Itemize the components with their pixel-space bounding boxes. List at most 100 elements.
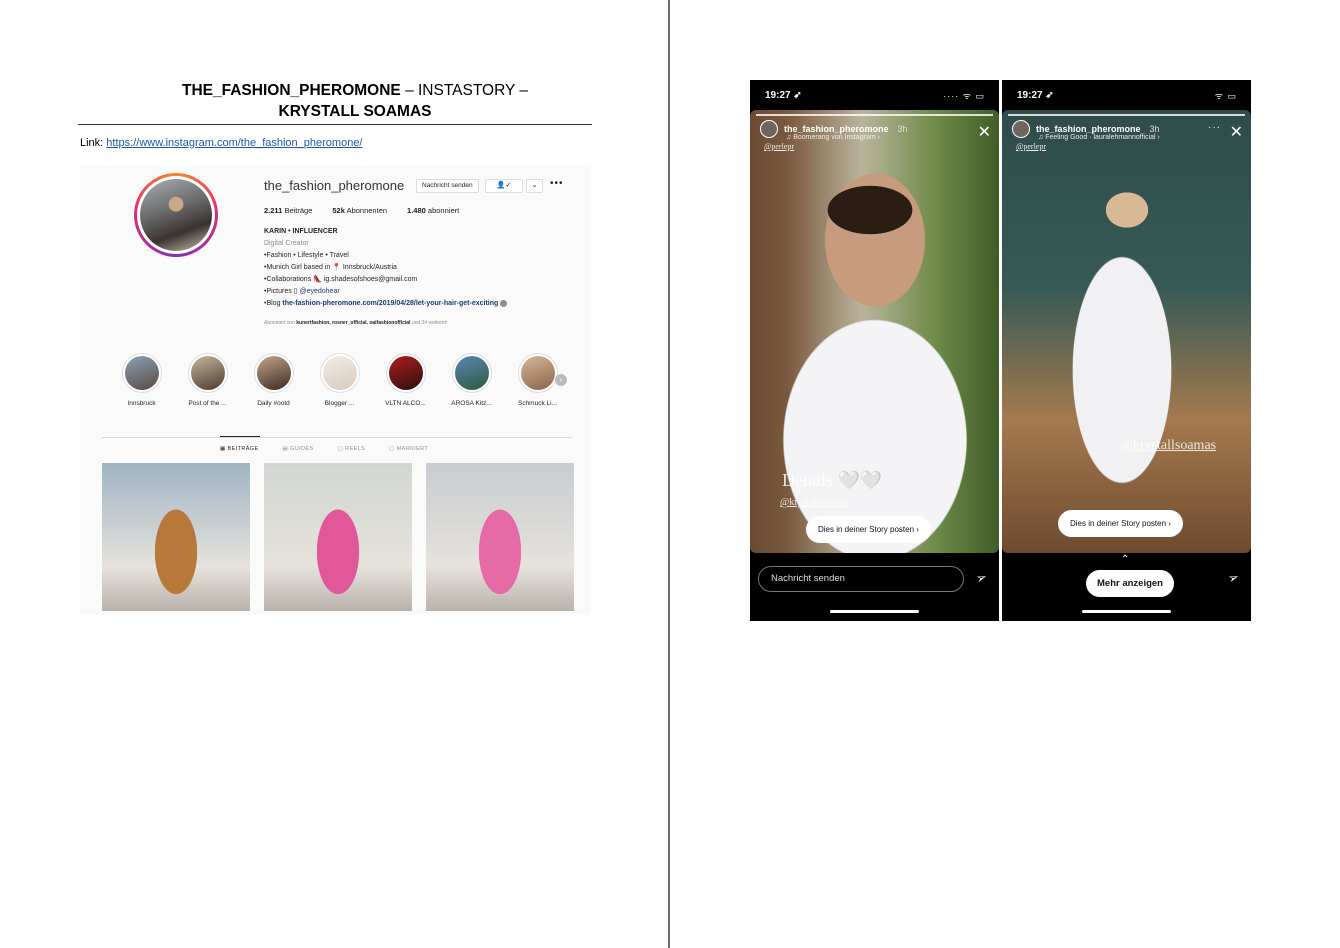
story-overlay-text: Details 🤍🤍 (782, 470, 883, 490)
profile-username: the_fashion_pheromone (264, 178, 405, 193)
highlight-item[interactable]: Blogger ... (318, 353, 361, 407)
profile-bio: KARIN • INFLUENCER Digital Creator •Fash… (264, 226, 508, 310)
story-mention[interactable]: @perlepr (764, 142, 794, 151)
avatar (760, 120, 778, 138)
story-overlay-mention[interactable]: @krystallsoamas (780, 497, 849, 508)
send-icon[interactable]: ➢ (974, 569, 990, 588)
message-button[interactable]: Nachricht senden (416, 179, 479, 193)
highlight-image (520, 356, 555, 390)
status-bar: 19:27 ➶ ···· ᯤ ▭ (750, 80, 999, 110)
avatar (1012, 120, 1030, 138)
followed-by: Abonniert von kunertfashion, rosner_offi… (264, 320, 448, 326)
profile-tabs: ▦ BEITRÄGE ▤ GUIDES ▢ REELS ▢ MARKIERT (220, 446, 428, 452)
bio-line: •Munich Girl based in 📍 Innsbruck/Austri… (264, 264, 397, 271)
following-button[interactable]: 👤✓ (485, 179, 523, 193)
story-overlay-mention[interactable]: @krystallsoamas (1120, 438, 1216, 454)
highlight-cover (385, 353, 426, 393)
status-bar: 19:27 ➶ ᯤ ▭ (1002, 80, 1251, 110)
highlight-cover (517, 353, 558, 393)
post-thumbnail[interactable] (426, 463, 574, 611)
story-age: 3h (1149, 124, 1160, 134)
user-check-icon: 👤✓ (496, 182, 512, 189)
title-underline (78, 124, 592, 125)
highlight-label: AROSA Kitz... (451, 400, 492, 407)
bio-line: •Fashion • Lifestyle • Travel (264, 252, 349, 259)
blog-link[interactable]: the-fashion-pheromone.com/2019/04/28/let… (282, 300, 498, 307)
following-count[interactable]: 1.480 abonniert (407, 206, 459, 215)
profile-link[interactable]: https://www.instagram.com/the_fashion_ph… (106, 137, 362, 149)
tab-reels[interactable]: ▢ REELS (338, 446, 366, 452)
home-indicator (830, 610, 919, 613)
more-options-icon[interactable]: ··· (1208, 122, 1221, 133)
highlight-label: Post of the ... (188, 400, 227, 407)
highlight-item[interactable]: VLTN ALCO... (384, 353, 427, 407)
chevron-up-icon: ⌃ (1121, 554, 1130, 565)
suggestions-button[interactable]: ⌄ (526, 179, 543, 193)
highlight-cover (253, 353, 294, 393)
bio-line: •Collaborations 👠 ig.shadesofshoes@gmail… (264, 276, 418, 283)
highlight-cover (187, 353, 228, 393)
bio-line: •Blog the-fashion-pheromone.com/2019/04/… (264, 298, 508, 310)
highlight-image (322, 356, 357, 390)
post-thumbnail[interactable] (264, 463, 412, 611)
highlight-image (256, 356, 291, 390)
instagram-profile-screenshot: the_fashion_pheromone Nachricht senden 👤… (80, 165, 591, 615)
pin-icon: 📍 (332, 264, 341, 271)
posts-grid (102, 463, 574, 611)
page-divider (668, 0, 670, 948)
tab-tagged[interactable]: ▢ MARKIERT (389, 446, 428, 452)
message-input[interactable]: Nachricht senden (758, 566, 964, 592)
highlight-label: Blogger ... (324, 400, 355, 407)
highlight-item[interactable]: AROSA Kitz... (450, 353, 493, 407)
tab-posts[interactable]: ▦ BEITRÄGE (220, 446, 259, 452)
tab-guides[interactable]: ▤ GUIDES (283, 446, 314, 452)
highlight-item[interactable]: Schmuck Li... (516, 353, 559, 407)
story-music-label[interactable]: ♫ Boomerang von Instagram › (786, 134, 880, 141)
send-icon[interactable]: ➢ (1226, 569, 1242, 588)
globe-icon (500, 299, 508, 307)
story-mention[interactable]: @perlepr (1016, 142, 1046, 151)
post-in-story-button[interactable]: Dies in deiner Story posten › (1058, 510, 1183, 537)
home-indicator (1082, 610, 1171, 613)
bio-name: KARIN • INFLUENCER (264, 228, 338, 235)
story-progress-bar (1008, 114, 1245, 116)
followers-count[interactable]: 52k Abonnenten (332, 206, 387, 215)
mention-link[interactable]: @eyedohear (299, 288, 339, 295)
document-title: THE_FASHION_PHEROMONE – INSTASTORY – KRY… (182, 82, 528, 120)
highlight-cover (451, 353, 492, 393)
highlight-label: Innsbruck (127, 400, 156, 407)
story-username: the_fashion_pheromone (784, 124, 889, 134)
active-tab-indicator (220, 436, 260, 437)
highlight-cover (319, 353, 360, 393)
highlight-item[interactable]: Post of the ... (186, 353, 229, 407)
highlight-image (124, 356, 159, 390)
status-icons: ᯤ ▭ (1214, 91, 1237, 101)
show-more-button[interactable]: Mehr anzeigen (1086, 570, 1174, 597)
highlight-image (190, 356, 225, 390)
posts-count: 2.211 Beiträge (264, 206, 313, 215)
story-photo[interactable] (1002, 110, 1251, 553)
chevron-right-icon[interactable]: › (555, 374, 567, 386)
highlight-label: Daily #ootd (257, 400, 290, 407)
post-thumbnail[interactable] (102, 463, 250, 611)
close-icon[interactable]: ✕ (1230, 122, 1243, 142)
story-screenshot-2: 19:27 ➶ ᯤ ▭ the_fashion_pheromone 3h ♫ F… (1002, 80, 1251, 621)
highlight-image (454, 356, 489, 390)
highlight-cover (121, 353, 162, 393)
close-icon[interactable]: ✕ (978, 122, 991, 142)
tabs-divider (102, 437, 572, 438)
highlight-item[interactable]: Innsbruck (120, 353, 163, 407)
link-line: Link: https://www.instagram.com/the_fash… (80, 137, 363, 149)
post-in-story-button[interactable]: Dies in deiner Story posten › (806, 516, 931, 543)
more-options-icon[interactable]: ••• (550, 178, 564, 189)
profile-stats: 2.211 Beiträge 52k Abonnenten 1.480 abon… (264, 206, 459, 215)
highlight-item[interactable]: Daily #ootd (252, 353, 295, 407)
highlight-label: Schmuck Li... (517, 400, 557, 407)
status-time: 19:27 ➶ (1017, 90, 1054, 101)
status-icons: ···· ᯤ ▭ (943, 91, 985, 101)
profile-avatar[interactable] (134, 173, 218, 257)
story-progress-bar (756, 114, 993, 116)
story-age: 3h (897, 124, 908, 134)
story-username: the_fashion_pheromone (1036, 124, 1141, 134)
story-music-label[interactable]: ♫ Feeling Good · lauralehmannofficial › (1038, 134, 1160, 141)
